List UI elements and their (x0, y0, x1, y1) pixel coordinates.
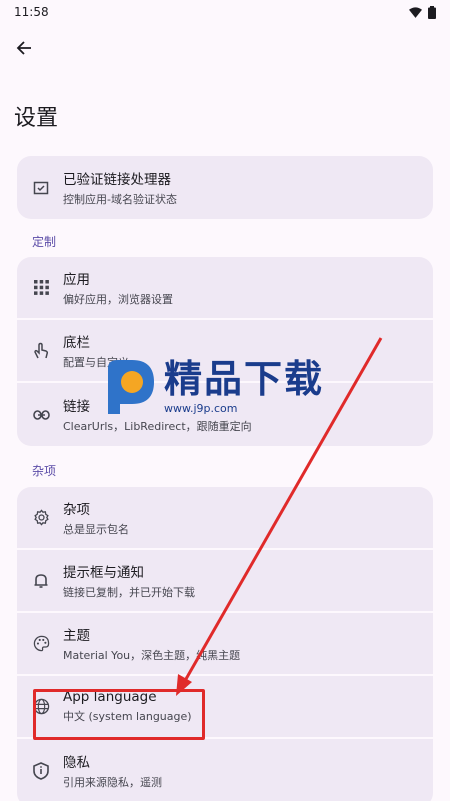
settings-item-apps-subtitle: 偏好应用，浏览器设置 (63, 293, 173, 306)
verified-links-subtitle: 控制应用-域名验证状态 (63, 193, 177, 206)
wifi-icon (409, 6, 422, 18)
bell-icon (31, 571, 51, 591)
page-title: 设置 (14, 106, 59, 131)
checkbox-window-icon (31, 178, 51, 198)
settings-item-misc-subtitle: 总是显示包名 (63, 523, 129, 536)
settings-item-misc[interactable]: 杂项 总是显示包名 (17, 487, 433, 550)
section-label-customize: 定制 (32, 235, 57, 249)
settings-item-links-subtitle: ClearUrls，LibRedirect，跟随重定向 (63, 420, 252, 433)
settings-item-notifications-subtitle: 链接已复制，并已开始下载 (63, 586, 195, 599)
back-button[interactable] (10, 34, 38, 62)
settings-item-theme-title: 主题 (63, 628, 90, 644)
verified-links-item[interactable]: 已验证链接处理器 控制应用-域名验证状态 (17, 156, 433, 219)
palette-icon (31, 634, 51, 654)
watermark-url: www.j9p.com (164, 401, 238, 415)
annotation-highlight-box (33, 689, 205, 740)
verified-links-title: 已验证链接处理器 (63, 172, 171, 188)
arrow-back-icon (16, 41, 31, 55)
settings-item-privacy-subtitle: 引用来源隐私，遥测 (63, 776, 162, 789)
watermark: 精品下载 www.j9p.com (96, 356, 324, 418)
settings-item-apps-title: 应用 (63, 272, 90, 288)
touch-icon (31, 341, 51, 361)
status-time: 11:58 (14, 5, 49, 19)
watermark-title: 精品下载 (164, 356, 325, 401)
section-label-misc: 杂项 (32, 464, 57, 478)
settings-item-theme[interactable]: 主题 Material You，深色主题，纯黑主题 (17, 613, 433, 676)
battery-icon (428, 5, 436, 19)
misc-card: 杂项 总是显示包名 提示框与通知 链接已复制，并已开始下载 主题 Materia… (17, 487, 433, 801)
watermark-logo-icon (108, 360, 154, 414)
settings-item-bottom-bar-title: 底栏 (63, 335, 90, 351)
settings-item-misc-title: 杂项 (63, 502, 90, 518)
settings-item-notifications[interactable]: 提示框与通知 链接已复制，并已开始下载 (17, 550, 433, 613)
settings-item-apps[interactable]: 应用 偏好应用，浏览器设置 (17, 257, 433, 320)
grid-icon (31, 278, 51, 298)
shield-icon (31, 761, 51, 781)
verified-links-card: 已验证链接处理器 控制应用-域名验证状态 (17, 156, 433, 219)
settings-item-notifications-title: 提示框与通知 (63, 565, 144, 581)
settings-item-privacy-title: 隐私 (63, 755, 90, 771)
gear-icon (31, 508, 51, 528)
status-bar: 11:58 (0, 0, 450, 24)
settings-item-theme-subtitle: Material You，深色主题，纯黑主题 (63, 649, 241, 662)
settings-item-privacy[interactable]: 隐私 引用来源隐私，遥测 (17, 739, 433, 801)
link-icon (31, 405, 51, 425)
